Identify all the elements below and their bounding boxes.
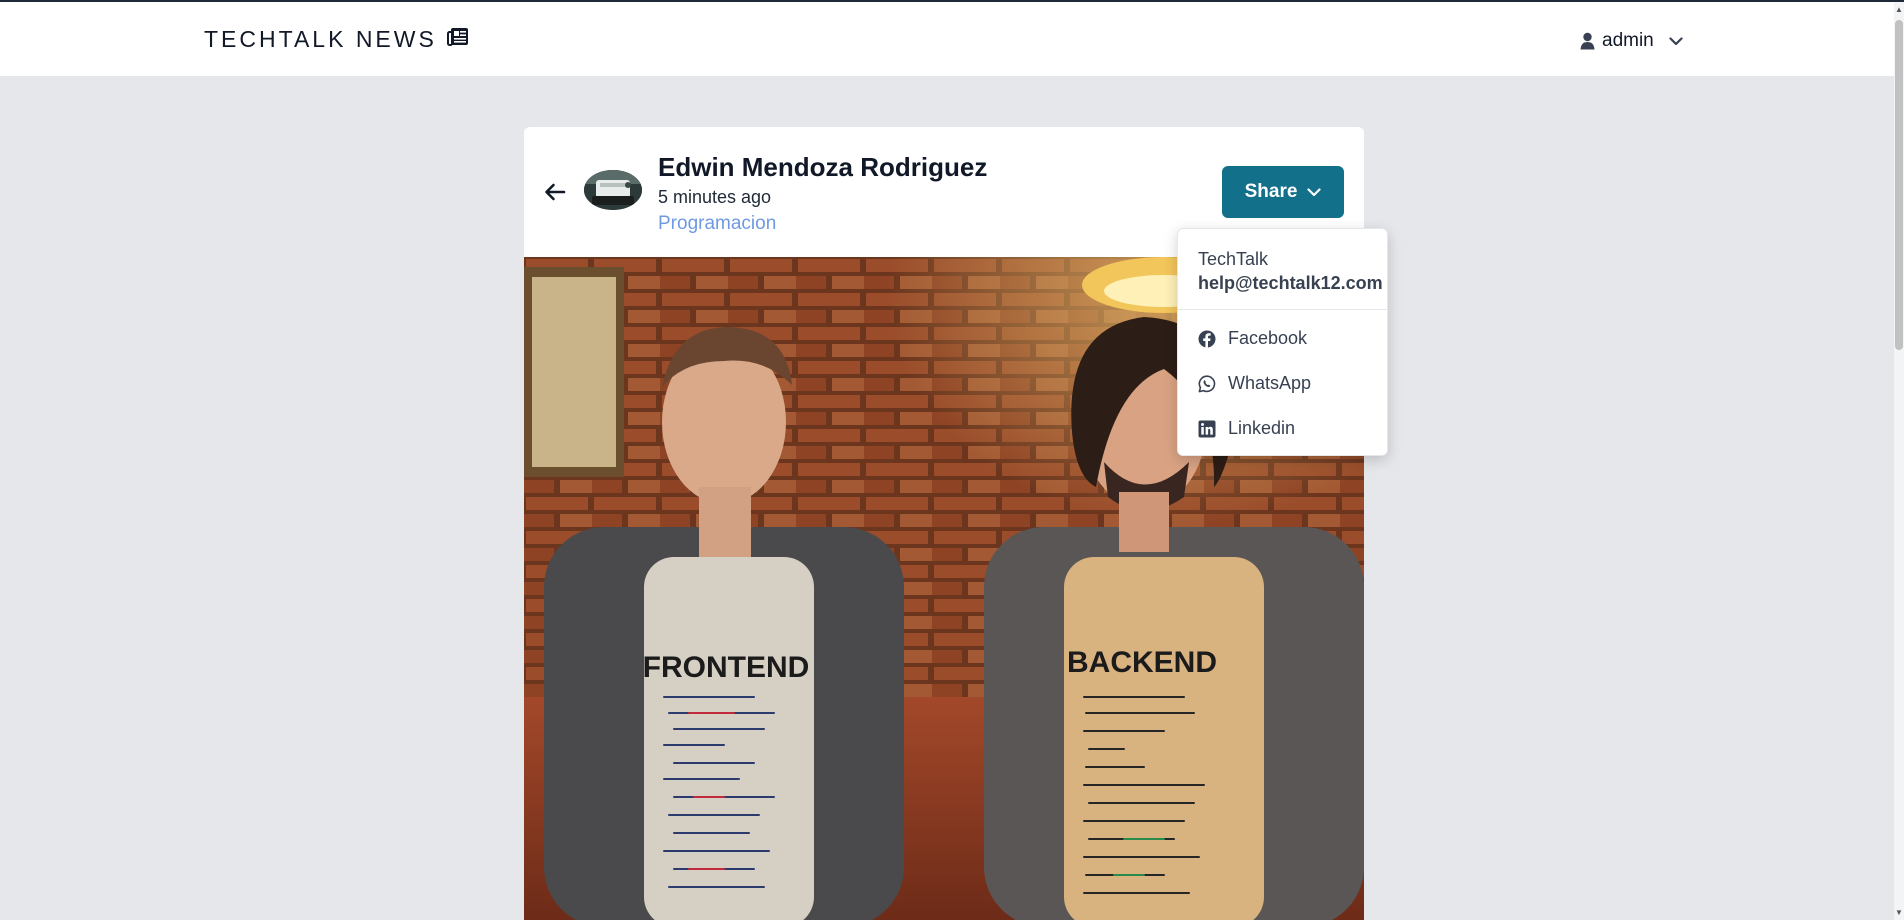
brand-logo[interactable]: TECHTALK NEWS [204,26,469,53]
share-item-label: Facebook [1228,328,1308,348]
user-menu-toggle[interactable]: admin [1580,30,1683,52]
share-menu-divider [1178,309,1387,310]
shirt-text-backend: BACKEND [1067,646,1217,679]
share-whatsapp[interactable]: WhatsApp [1198,373,1311,394]
post-category-link[interactable]: Programacion [658,213,776,235]
brand-title: TECHTALK NEWS [204,26,437,52]
author-name[interactable]: Edwin Mendoza Rodriguez [658,152,987,183]
shirt-text-frontend: FRONTEND [643,651,810,684]
top-navbar: TECHTALK NEWS admin [0,2,1894,77]
page-scrollbar[interactable]: ▲ ▼ [1894,2,1904,920]
newspaper-icon [446,26,469,53]
chevron-down-icon [1307,181,1322,203]
share-item-label: WhatsApp [1228,373,1312,393]
share-button[interactable]: Share [1222,166,1344,218]
author-avatar [584,170,642,210]
share-item-label: Linkedin [1228,418,1296,438]
scroll-up-arrow[interactable]: ▲ [1895,4,1903,14]
post-timestamp: 5 minutes ago [658,187,772,207]
share-menu-email: help@techtalk12.com [1198,273,1383,293]
chevron-down-icon [1669,36,1683,46]
scroll-down-arrow[interactable]: ▼ [1895,907,1903,917]
share-linkedin[interactable]: Linkedin [1198,418,1295,439]
share-facebook[interactable]: Facebook [1198,328,1307,349]
linkedin-icon [1198,420,1216,438]
share-button-label: Share [1244,181,1298,202]
user-icon [1580,32,1595,50]
share-dropdown-menu: TechTalk help@techtalk12.com Facebook Wh… [1177,228,1388,456]
whatsapp-icon [1198,374,1216,393]
user-name: admin [1602,30,1654,51]
share-menu-org: TechTalk [1198,249,1269,269]
back-button[interactable] [540,179,570,209]
facebook-icon [1198,330,1216,348]
scrollbar-thumb[interactable] [1895,20,1903,350]
arrow-left-icon [544,183,566,206]
